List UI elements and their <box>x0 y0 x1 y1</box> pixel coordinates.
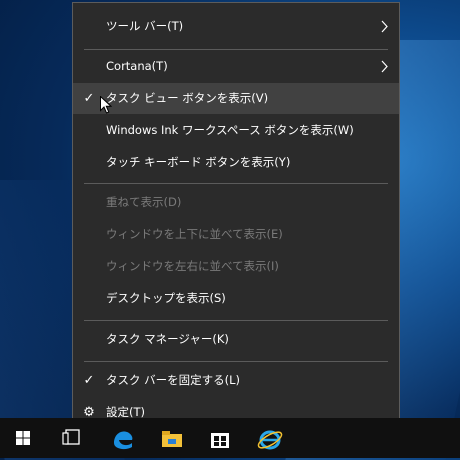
menu-separator <box>84 49 388 50</box>
menu-item-label: ツール バー(T) <box>106 19 184 33</box>
mouse-pointer-icon <box>100 96 112 114</box>
checkmark-icon: ✓ <box>83 373 95 388</box>
checkmark-icon: ✓ <box>83 91 95 106</box>
menu-item-cascade-windows: 重ねて表示(D) <box>73 187 399 218</box>
menu-item-cortana[interactable]: Cortana(T) <box>73 51 399 82</box>
taskbar <box>0 418 460 458</box>
internet-explorer-icon[interactable] <box>250 418 290 458</box>
menu-item-label: タスク マネージャー(K) <box>106 332 229 346</box>
edge-browser-icon[interactable] <box>104 418 144 458</box>
menu-item-lock-taskbar[interactable]: ✓ タスク バーを固定する(L) <box>73 365 399 396</box>
menu-item-show-ink-workspace-button[interactable]: Windows Ink ワークスペース ボタンを表示(W) <box>73 115 399 146</box>
menu-item-label: タスク バーを固定する(L) <box>106 373 241 387</box>
chevron-right-icon <box>381 60 388 73</box>
menu-item-task-manager[interactable]: タスク マネージャー(K) <box>73 324 399 355</box>
menu-item-label: ウィンドウを上下に並べて表示(E) <box>106 227 283 241</box>
menu-item-label: ウィンドウを左右に並べて表示(I) <box>106 259 279 273</box>
menu-item-side-by-side-windows: ウィンドウを左右に並べて表示(I) <box>73 251 399 282</box>
menu-item-label: Windows Ink ワークスペース ボタンを表示(W) <box>106 123 354 137</box>
menu-item-label: 設定(T) <box>106 405 145 419</box>
menu-separator <box>84 361 388 362</box>
menu-item-label: タスク ビュー ボタンを表示(V) <box>106 91 269 105</box>
menu-item-label: デスクトップを表示(S) <box>106 291 226 305</box>
menu-separator <box>84 320 388 321</box>
menu-item-stack-windows: ウィンドウを上下に並べて表示(E) <box>73 219 399 250</box>
menu-item-show-task-view-button[interactable]: ✓ タスク ビュー ボタンを表示(V) <box>73 83 399 114</box>
menu-item-label: Cortana(T) <box>106 59 168 73</box>
menu-item-show-touch-keyboard-button[interactable]: タッチ キーボード ボタンを表示(Y) <box>73 147 399 178</box>
start-button-windows-icon[interactable] <box>0 418 46 458</box>
taskbar-context-menu: ツール バー(T) Cortana(T) ✓ タスク ビュー ボタンを表示(V)… <box>72 2 400 438</box>
menu-item-show-desktop[interactable]: デスクトップを表示(S) <box>73 283 399 314</box>
store-icon[interactable] <box>200 418 240 458</box>
chevron-right-icon <box>381 20 388 33</box>
task-view-icon[interactable] <box>56 418 100 458</box>
file-explorer-icon[interactable] <box>152 418 192 458</box>
menu-item-label: タッチ キーボード ボタンを表示(Y) <box>106 155 291 169</box>
menu-item-label: 重ねて表示(D) <box>106 195 182 209</box>
menu-item-toolbars[interactable]: ツール バー(T) <box>73 11 399 42</box>
menu-separator <box>84 183 388 184</box>
